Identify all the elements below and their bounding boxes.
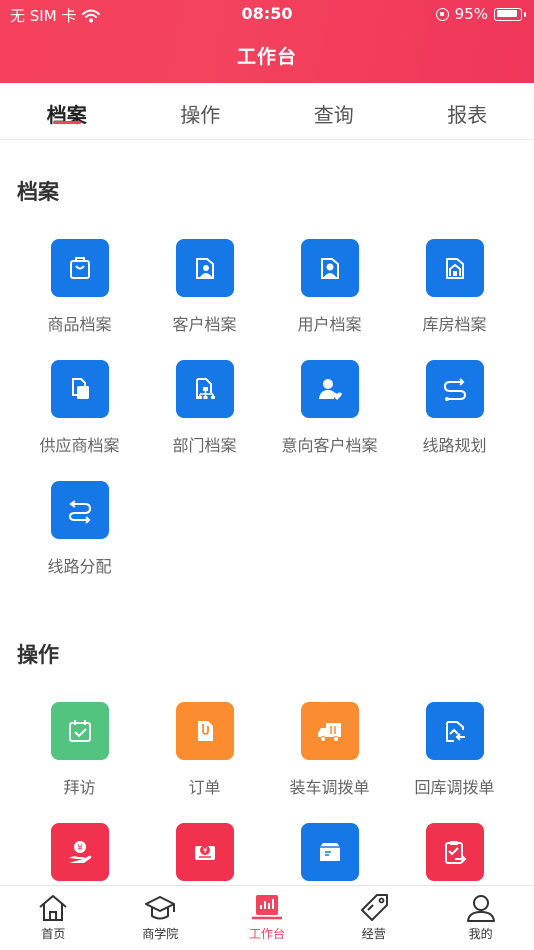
item-label: 订单 — [188, 778, 221, 797]
status-bar: 无 SIM 卡 08:50 95% — [0, 0, 534, 30]
clipboard-check-icon — [425, 823, 484, 881]
item-label: 拜访 — [63, 778, 96, 797]
tabbar-workbench[interactable]: 工作台 — [214, 886, 321, 950]
tab-query[interactable]: 查询 — [267, 83, 401, 139]
supplier-archive-item[interactable]: 供应商档案 — [13, 360, 146, 456]
section-title-archive: 档案 — [17, 180, 59, 204]
prospect-customer-archive-item[interactable]: 意向客户档案 — [263, 360, 396, 456]
tabbar-label: 我的 — [468, 927, 493, 941]
route-assign-icon — [50, 481, 109, 539]
tabbar-label: 经营 — [361, 927, 386, 941]
truck-loading-item[interactable]: 装车调拨单 — [263, 702, 396, 798]
collection-item[interactable]: ¥ — [13, 823, 146, 881]
tabbar-academy[interactable]: 商学院 — [107, 886, 214, 950]
tab-archive[interactable]: 档案 — [0, 83, 134, 139]
tab-report[interactable]: 报表 — [401, 83, 534, 139]
item-label: 供应商档案 — [39, 436, 120, 455]
graduation-cap-icon — [145, 896, 176, 920]
battery-tip — [524, 11, 526, 17]
money-cart-icon: ¥ — [175, 823, 234, 881]
app-header: 无 SIM 卡 08:50 95% 工作台 — [0, 0, 534, 83]
department-archive-item[interactable]: 部门档案 — [138, 360, 271, 456]
svg-text:¥: ¥ — [77, 844, 83, 854]
route-assign-item[interactable]: 线路分配 — [13, 481, 146, 577]
item-label: 库房档案 — [422, 315, 487, 334]
user-archive-item[interactable]: 用户档案 — [263, 239, 396, 335]
svg-text:¥: ¥ — [202, 846, 207, 855]
prospect-customer-icon — [300, 360, 359, 418]
item-label: 用户档案 — [297, 315, 362, 334]
tabbar-label: 商学院 — [142, 927, 179, 941]
item-label: 意向客户档案 — [281, 436, 378, 455]
tab-operation[interactable]: 操作 — [134, 83, 268, 139]
return-warehouse-icon — [425, 702, 484, 760]
package-box-icon — [300, 823, 359, 881]
battery-percent: 95% — [454, 5, 488, 23]
category-tabs: 档案 操作 查询 报表 — [0, 83, 534, 140]
item-label: 线路分配 — [47, 557, 112, 576]
item-label: 回库调拨单 — [414, 778, 495, 797]
customer-archive-item[interactable]: 客户档案 — [138, 239, 271, 335]
checklist-item[interactable] — [388, 823, 521, 881]
user-folder-icon — [300, 239, 359, 297]
section-title-operation: 操作 — [17, 643, 59, 667]
workbench-chart-icon — [251, 895, 282, 920]
status-right: 95% — [435, 5, 526, 23]
order-document-icon — [175, 702, 234, 760]
workbench-content: 档案 商品档案 客户档案 用户档案 库房档案 供应商档案 部门档案 意向客户档案… — [0, 140, 534, 885]
route-planning-item[interactable]: 线路规划 — [388, 360, 521, 456]
tabbar-mine[interactable]: 我的 — [427, 886, 534, 950]
item-label: 线路规划 — [422, 436, 487, 455]
item-label: 客户档案 — [172, 315, 237, 334]
page-title: 工作台 — [236, 46, 297, 68]
battery-icon — [494, 7, 522, 21]
orientation-lock-icon — [435, 7, 449, 21]
item-label: 部门档案 — [172, 436, 237, 455]
visit-calendar-icon — [50, 702, 109, 760]
tabbar-label: 工作台 — [248, 927, 285, 941]
package-item[interactable] — [263, 823, 396, 881]
supplier-folder-icon — [50, 360, 109, 418]
tabbar-business[interactable]: 经营 — [320, 886, 427, 950]
tabbar-home[interactable]: 首页 — [0, 886, 107, 950]
item-label: 装车调拨单 — [289, 778, 370, 797]
price-tag-icon — [360, 894, 388, 921]
bottom-tab-bar: 首页 商学院 工作台 经营 我的 — [0, 885, 534, 950]
product-archive-item[interactable]: 商品档案 — [13, 239, 146, 335]
truck-loading-icon — [300, 702, 359, 760]
product-folder-icon — [50, 239, 109, 297]
warehouse-archive-item[interactable]: 库房档案 — [388, 239, 521, 335]
warehouse-folder-icon — [425, 239, 484, 297]
route-planning-icon — [425, 360, 484, 418]
return-warehouse-item[interactable]: 回库调拨单 — [388, 702, 521, 798]
customer-folder-icon — [175, 239, 234, 297]
home-icon — [39, 895, 68, 921]
payment-item[interactable]: ¥ — [138, 823, 271, 881]
item-label: 商品档案 — [47, 315, 112, 334]
tabbar-label: 首页 — [41, 927, 66, 941]
order-item[interactable]: 订单 — [138, 702, 271, 798]
profile-icon — [466, 895, 495, 922]
money-hand-icon: ¥ — [50, 823, 109, 881]
department-folder-icon — [175, 360, 234, 418]
visit-item[interactable]: 拜访 — [13, 702, 146, 798]
